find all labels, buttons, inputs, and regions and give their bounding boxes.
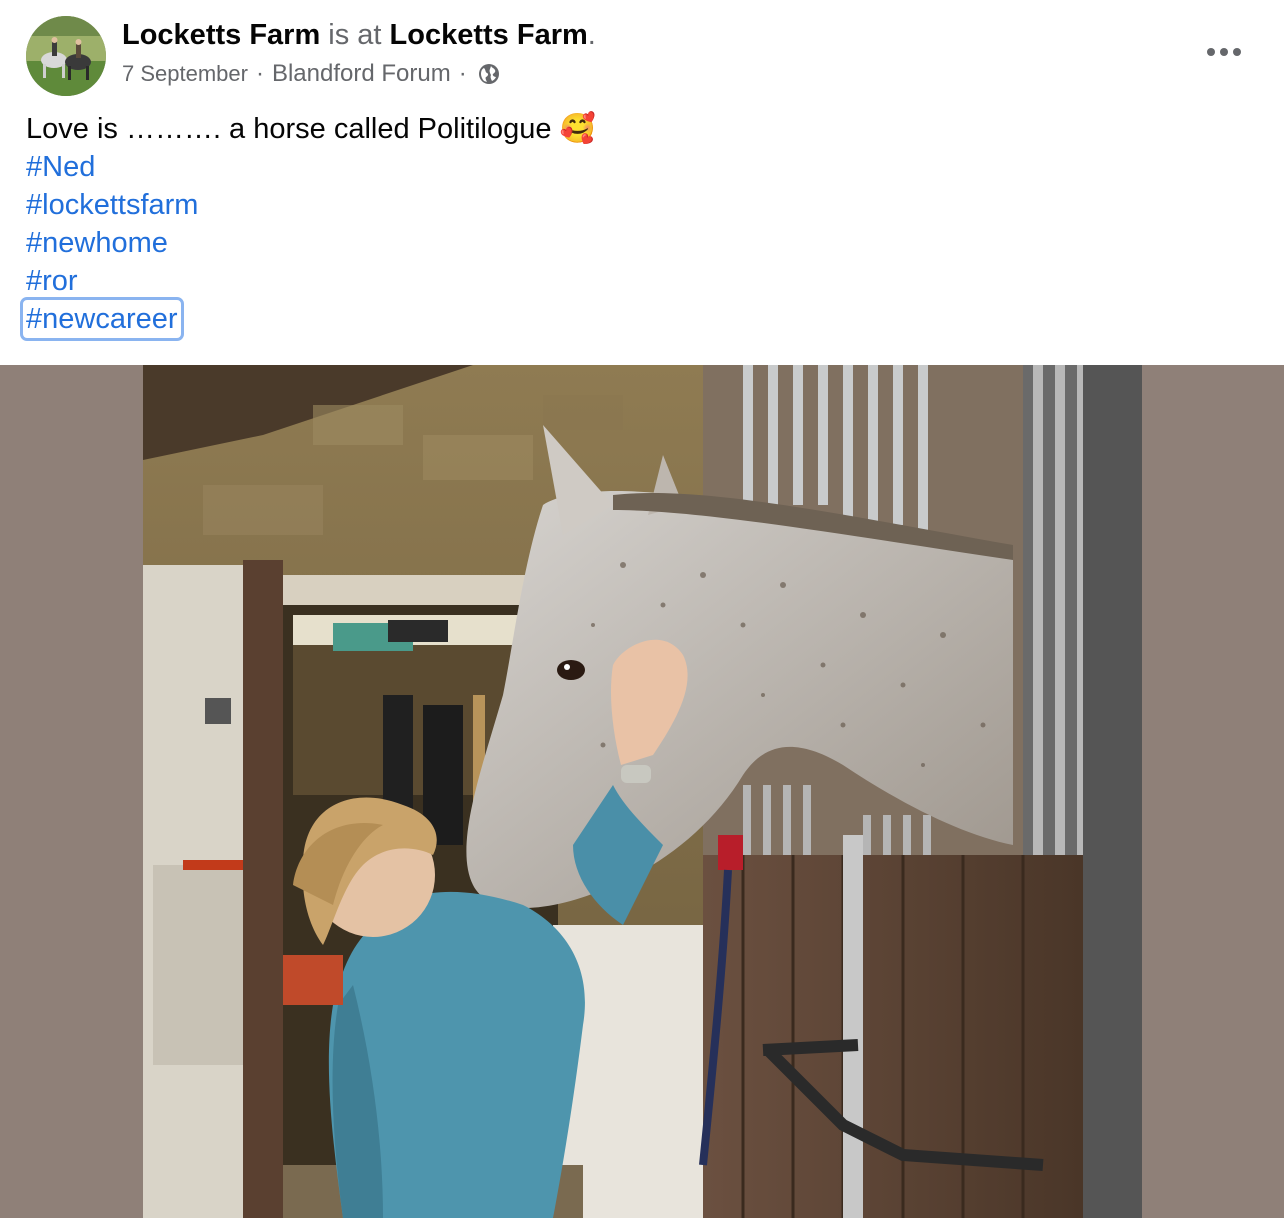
hashtag-link[interactable]: #lockettsfarm [26, 186, 198, 224]
period-text: . [587, 19, 596, 51]
hashtag-link-focused[interactable]: #newcareer [20, 297, 184, 341]
hashtag-link[interactable]: #newhome [26, 224, 168, 262]
author-name-link[interactable]: Locketts Farm [122, 19, 320, 51]
photo-image [143, 365, 1142, 1218]
post-date-link[interactable]: 7 September [122, 58, 248, 90]
location-link[interactable]: Locketts Farm [390, 19, 588, 51]
hashtag-link[interactable]: #ror [26, 262, 78, 300]
post-photo-container[interactable] [0, 365, 1284, 1218]
more-options-icon[interactable] [1196, 32, 1252, 72]
post-header: Locketts Farm is at Locketts Farm. 7 Sep… [0, 0, 1284, 365]
separator-dot: · [255, 60, 264, 87]
globe-icon[interactable] [477, 62, 501, 86]
separator-dot: · [458, 60, 467, 87]
post-body: Love is ………. a horse called Politilogue … [20, 110, 596, 341]
is-at-text: is at [328, 19, 382, 51]
place-link[interactable]: Blandford Forum [272, 58, 451, 90]
post-author-line: Locketts Farm is at Locketts Farm. [122, 16, 596, 54]
avatar-image [26, 16, 106, 96]
post-meta: 7 September · Blandford Forum · [122, 58, 501, 90]
post-text: Love is ………. a horse called Politilogue … [26, 113, 596, 145]
page-avatar[interactable] [26, 16, 106, 96]
hashtag-link[interactable]: #Ned [26, 148, 95, 186]
post-photo[interactable] [143, 365, 1142, 1218]
